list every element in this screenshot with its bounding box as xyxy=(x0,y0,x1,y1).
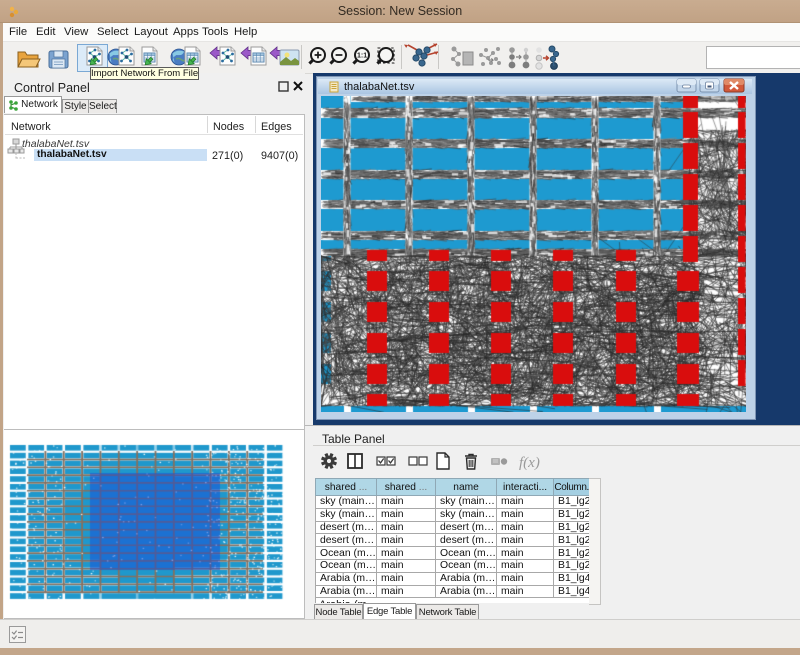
svg-text:f(x): f(x) xyxy=(519,455,540,471)
svg-text:1:1: 1:1 xyxy=(357,53,367,60)
